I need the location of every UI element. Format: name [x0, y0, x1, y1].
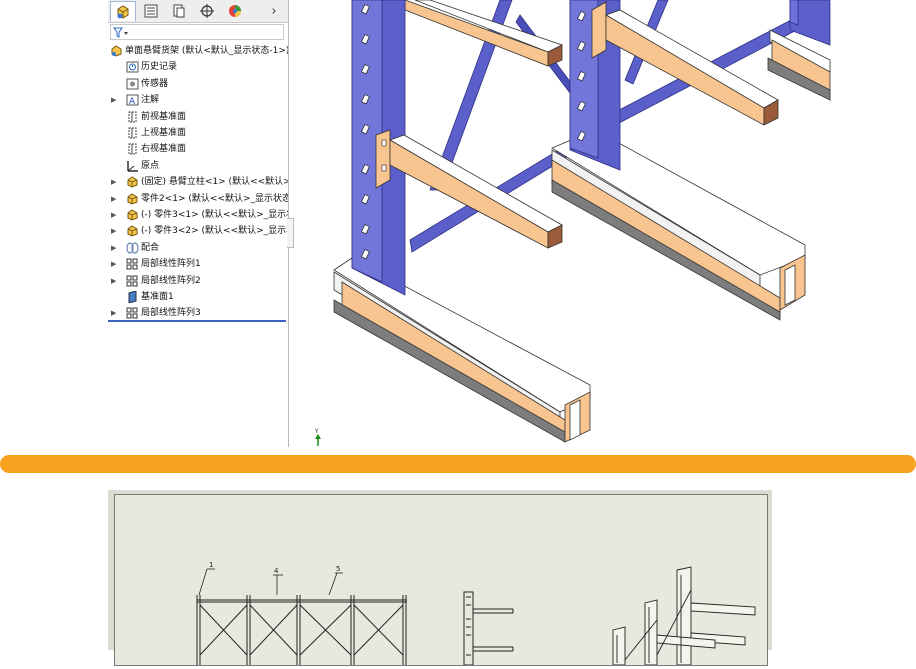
solidworks-window: › 单面悬臂货架 (默认<默认_显示状态-1>) 历史记录传感器 ▶ A 注解前视基准面… — [0, 0, 916, 452]
tree-item-label: (-) 零件3<1> (默认<<默认>_显示状态 — [141, 210, 288, 220]
tree-item[interactable]: 原点 — [108, 158, 288, 174]
linear-pattern-icon — [126, 258, 139, 270]
balloon-4: 4 — [274, 567, 279, 575]
tree-item-label: 注解 — [141, 95, 160, 106]
origin-icon — [126, 160, 139, 172]
dimxpert-tab-icon[interactable] — [194, 1, 220, 21]
tree-item[interactable]: ▶ (-) 零件3<2> (默认<<默认>_显示状态 — [108, 223, 288, 239]
balloon-1: 1 — [209, 561, 213, 569]
linear-pattern-icon — [126, 307, 139, 319]
expand-arrow-icon[interactable]: ▶ — [111, 207, 119, 223]
graphics-area[interactable] — [289, 0, 916, 447]
expand-arrow-icon[interactable]: ▶ — [111, 191, 119, 207]
mates-icon — [126, 242, 139, 254]
view-triad-icon: Y — [312, 426, 326, 452]
tree-item-label: 传感器 — [141, 78, 169, 89]
part-icon — [126, 209, 139, 221]
expand-arrow-icon[interactable]: ▶ — [111, 305, 119, 321]
tree-item-label: 上视基准面 — [141, 128, 187, 138]
expand-arrow-icon[interactable]: ▶ — [111, 256, 119, 272]
property-manager-tab-icon[interactable] — [138, 1, 164, 21]
balloon-5: 5 — [336, 565, 340, 573]
tree-item[interactable]: ▶ 配合 — [108, 240, 288, 256]
plane-icon — [126, 111, 139, 123]
isometric-view — [612, 566, 756, 666]
part-icon — [126, 176, 139, 188]
balloon-leaders — [198, 568, 343, 596]
drawing-sheet-area: 1 4 5 — [108, 490, 772, 666]
configuration-manager-tab-icon[interactable] — [166, 1, 192, 21]
tree-filter-row — [108, 24, 288, 42]
tree-item-label: 配合 — [141, 242, 160, 253]
expand-arrow-icon[interactable]: ▶ — [111, 273, 119, 289]
drawing-sheet: 1 4 5 — [114, 494, 768, 666]
part-icon — [126, 225, 139, 237]
history-icon — [126, 61, 139, 73]
tree-item[interactable]: ▶ 局部线性阵列3 — [108, 305, 288, 321]
tree-item[interactable]: ▶ A 注解 — [108, 92, 288, 108]
rollback-bar[interactable] — [108, 320, 286, 322]
tree-item[interactable]: 上视基准面 — [108, 125, 288, 141]
tree-item[interactable]: 前视基准面 — [108, 109, 288, 125]
tree-item-label: 原点 — [141, 160, 160, 171]
tree-item[interactable]: ▶ (-) 零件3<1> (默认<<默认>_显示状态 — [108, 207, 288, 223]
expand-arrow-icon[interactable]: ▶ — [111, 174, 119, 190]
sensor-icon — [126, 78, 139, 90]
tree-item[interactable]: 基准面1 — [108, 289, 288, 305]
tree-item-label: 前视基准面 — [141, 111, 187, 122]
tree-item-label: 历史记录 — [141, 62, 178, 73]
display-manager-tab-icon[interactable] — [222, 1, 248, 21]
plane-solid-icon — [126, 290, 139, 304]
tree-item[interactable]: ▶ 局部线性阵列1 — [108, 256, 288, 272]
tree-item[interactable]: 传感器 — [108, 76, 288, 92]
part-icon — [126, 192, 139, 205]
tree-item-label: 单面悬臂货架 (默认<默认_显示状态-1>) — [125, 46, 288, 56]
tree-item-label: 局部线性阵列1 — [141, 259, 201, 270]
tree-item[interactable]: ▶ (固定) 悬臂立柱<1> (默认<<默认>_显 — [108, 174, 288, 190]
more-tabs-chevron-icon[interactable]: › — [264, 1, 284, 21]
tree-item-label: 零件2<1> (默认<<默认>_显示状态 1 — [141, 193, 288, 204]
tree-item-label: 右视基准面 — [141, 144, 187, 155]
drawing-views: 1 4 5 — [196, 561, 756, 666]
feature-manager-tab-icon[interactable] — [110, 1, 136, 21]
tree-item[interactable]: 右视基准面 — [108, 141, 288, 157]
plane-icon — [126, 143, 139, 155]
tree-item[interactable]: ▶ 零件2<1> (默认<<默认>_显示状态 1 — [108, 191, 288, 207]
tree-item-label: 基准面1 — [141, 292, 174, 302]
feature-manager-panel: › 单面悬臂货架 (默认<默认_显示状态-1>) 历史记录传感器 ▶ A 注解前视基准面… — [108, 0, 289, 447]
tree-item-label: 局部线性阵列2 — [141, 275, 201, 286]
triad-axis-label: Y — [314, 428, 319, 435]
tree-filter-input[interactable] — [110, 24, 284, 40]
expand-arrow-icon[interactable]: ▶ — [111, 240, 119, 256]
linear-pattern-icon — [126, 275, 139, 287]
tree-item[interactable]: 单面悬臂货架 (默认<默认_显示状态-1>) — [108, 43, 288, 59]
annotation-icon: A — [126, 94, 139, 107]
tree-item[interactable]: 历史记录 — [108, 59, 288, 75]
base-beam-left — [333, 257, 591, 443]
panel-tab-bar: › — [108, 0, 288, 23]
tree-item-label: (-) 零件3<2> (默认<<默认>_显示状态 — [141, 226, 288, 237]
side-view — [463, 591, 514, 666]
assembly-icon — [110, 45, 123, 57]
section-divider — [0, 455, 916, 473]
tree-item-label: (固定) 悬臂立柱<1> (默认<<默认>_显 — [141, 177, 288, 188]
svg-text:A: A — [129, 97, 136, 106]
column-right — [789, 0, 831, 46]
tree-item[interactable]: ▶ 局部线性阵列2 — [108, 273, 288, 289]
plane-icon — [126, 127, 139, 139]
filter-icon[interactable] — [113, 27, 129, 38]
base-beam-middle — [551, 129, 806, 321]
tree-item-label: 局部线性阵列3 — [141, 308, 201, 319]
expand-arrow-icon[interactable]: ▶ — [111, 223, 119, 239]
expand-arrow-icon[interactable]: ▶ — [111, 92, 119, 108]
front-view — [196, 595, 407, 665]
